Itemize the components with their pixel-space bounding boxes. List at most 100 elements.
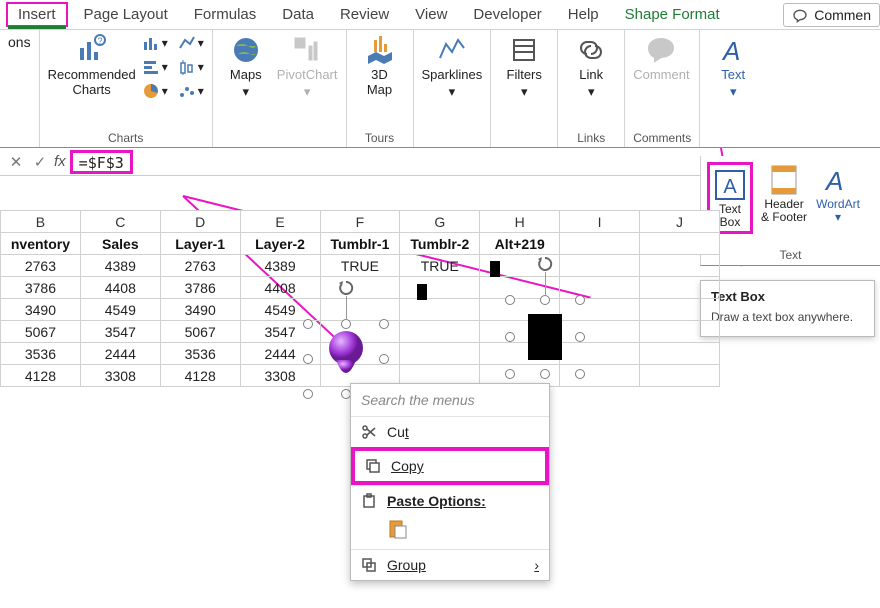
menu-developer[interactable]: Developer [463, 4, 551, 25]
cell[interactable] [400, 277, 480, 299]
rotate-handle-icon[interactable] [537, 256, 553, 272]
col-C[interactable]: C [80, 211, 160, 233]
cell[interactable]: 4389 [80, 255, 160, 277]
maps-button[interactable]: Maps▾ [221, 34, 271, 100]
cell[interactable] [640, 365, 720, 387]
fx-icon[interactable]: fx [54, 153, 66, 170]
col-B[interactable]: B [1, 211, 81, 233]
wordart-icon: A [820, 162, 856, 198]
context-cut[interactable]: Cut [351, 417, 549, 447]
cell[interactable]: TRUE [320, 255, 400, 277]
header-cell[interactable]: Layer-1 [160, 233, 240, 255]
cell[interactable]: 4128 [1, 365, 81, 387]
header-footer-button[interactable]: Header & Footer [761, 162, 807, 234]
cell[interactable]: 4549 [240, 299, 320, 321]
tooltip-body: Draw a text box anywhere. [711, 310, 864, 324]
context-search-input[interactable]: Search the menus [351, 384, 549, 417]
cell[interactable]: 4408 [80, 277, 160, 299]
cell[interactable]: 3536 [1, 343, 81, 365]
col-D[interactable]: D [160, 211, 240, 233]
cell[interactable]: 4549 [80, 299, 160, 321]
cell[interactable]: 4128 [160, 365, 240, 387]
context-group[interactable]: Group › [351, 550, 549, 580]
cell[interactable]: 3786 [160, 277, 240, 299]
cell[interactable]: 4408 [240, 277, 320, 299]
cell[interactable] [640, 255, 720, 277]
link-button[interactable]: Link▾ [566, 34, 616, 100]
cell[interactable]: 3786 [1, 277, 81, 299]
col-J[interactable]: J [640, 211, 720, 233]
chart-pie-icon[interactable]: ▾ [142, 82, 168, 100]
ribbon: ons ? Recommended Charts ▾ ▾ ▾ ▾ ▾ ▾ Cha… [0, 30, 880, 148]
cell[interactable]: 2763 [1, 255, 81, 277]
cell[interactable]: TRUE [400, 255, 480, 277]
cell[interactable] [320, 277, 400, 299]
paste-option-icon[interactable] [351, 516, 549, 549]
menu-formulas[interactable]: Formulas [184, 4, 267, 25]
menu-shape-format[interactable]: Shape Format [615, 4, 730, 25]
cell[interactable]: 4389 [240, 255, 320, 277]
group-links: Links [566, 129, 616, 145]
formula-input[interactable]: =$F$3 [70, 150, 133, 174]
header-cell[interactable]: Tumblr-2 [400, 233, 480, 255]
comments-toggle[interactable]: Commen [783, 3, 880, 27]
file-options-cut[interactable]: ons [8, 34, 31, 50]
chart-bar-icon[interactable]: ▾ [142, 34, 168, 52]
cell[interactable] [320, 299, 400, 321]
header-cell[interactable]: Tumblr-1 [320, 233, 400, 255]
enter-formula-icon[interactable]: ✓ [30, 153, 50, 171]
menu-page-layout[interactable]: Page Layout [74, 4, 178, 25]
comment-button: Comment [633, 34, 689, 83]
cell[interactable] [640, 321, 720, 343]
header-cell[interactable]: Sales [80, 233, 160, 255]
3d-map-button[interactable]: 3D Map [355, 34, 405, 98]
menu-insert[interactable]: Insert [6, 2, 68, 27]
menu-review[interactable]: Review [330, 4, 399, 25]
header-cell[interactable]: nventory [1, 233, 81, 255]
cell[interactable]: 3547 [80, 321, 160, 343]
cell[interactable]: 3536 [160, 343, 240, 365]
header-cell[interactable]: Layer-2 [240, 233, 320, 255]
header-cell[interactable] [560, 233, 640, 255]
cell[interactable] [560, 255, 640, 277]
recommended-charts-button[interactable]: ? Recommended Charts [48, 34, 136, 98]
cell[interactable]: 2444 [80, 343, 160, 365]
cell[interactable]: 3490 [160, 299, 240, 321]
cell[interactable] [400, 299, 480, 321]
col-G[interactable]: G [400, 211, 480, 233]
rotate-handle-icon[interactable] [338, 280, 354, 296]
cell[interactable] [640, 277, 720, 299]
chart-stats-icon[interactable]: ▾ [178, 58, 204, 76]
chart-line-icon[interactable]: ▾ [178, 34, 204, 52]
cell[interactable] [560, 277, 640, 299]
col-E[interactable]: E [240, 211, 320, 233]
menu-data[interactable]: Data [272, 4, 324, 25]
3d-map-icon [364, 34, 396, 66]
header-cell[interactable]: Alt+219 [480, 233, 560, 255]
text-button[interactable]: A Text▾ [708, 34, 758, 100]
chart-scatter-icon[interactable]: ▾ [178, 82, 204, 100]
cell[interactable]: 5067 [1, 321, 81, 343]
selected-black-shape[interactable] [510, 300, 580, 374]
sparkline-icon [436, 34, 468, 66]
cell[interactable] [640, 343, 720, 365]
cell[interactable]: 5067 [160, 321, 240, 343]
col-F[interactable]: F [320, 211, 400, 233]
filters-button[interactable]: Filters▾ [499, 34, 549, 100]
wordart-button[interactable]: A WordArt▾ [815, 162, 861, 234]
cell[interactable]: 3308 [80, 365, 160, 387]
menu-view[interactable]: View [405, 4, 457, 25]
cancel-formula-icon[interactable]: ✕ [6, 153, 26, 171]
col-H[interactable]: H [480, 211, 560, 233]
col-I[interactable]: I [560, 211, 640, 233]
header-cell[interactable] [640, 233, 720, 255]
menu-help[interactable]: Help [558, 4, 609, 25]
cell[interactable]: 3490 [1, 299, 81, 321]
sparklines-button[interactable]: Sparklines▾ [422, 34, 483, 100]
cell[interactable]: 2763 [160, 255, 240, 277]
cell[interactable] [400, 321, 480, 343]
cell[interactable] [400, 343, 480, 365]
chart-hbar-icon[interactable]: ▾ [142, 58, 168, 76]
cell[interactable] [640, 299, 720, 321]
context-copy[interactable]: Copy [351, 447, 549, 485]
